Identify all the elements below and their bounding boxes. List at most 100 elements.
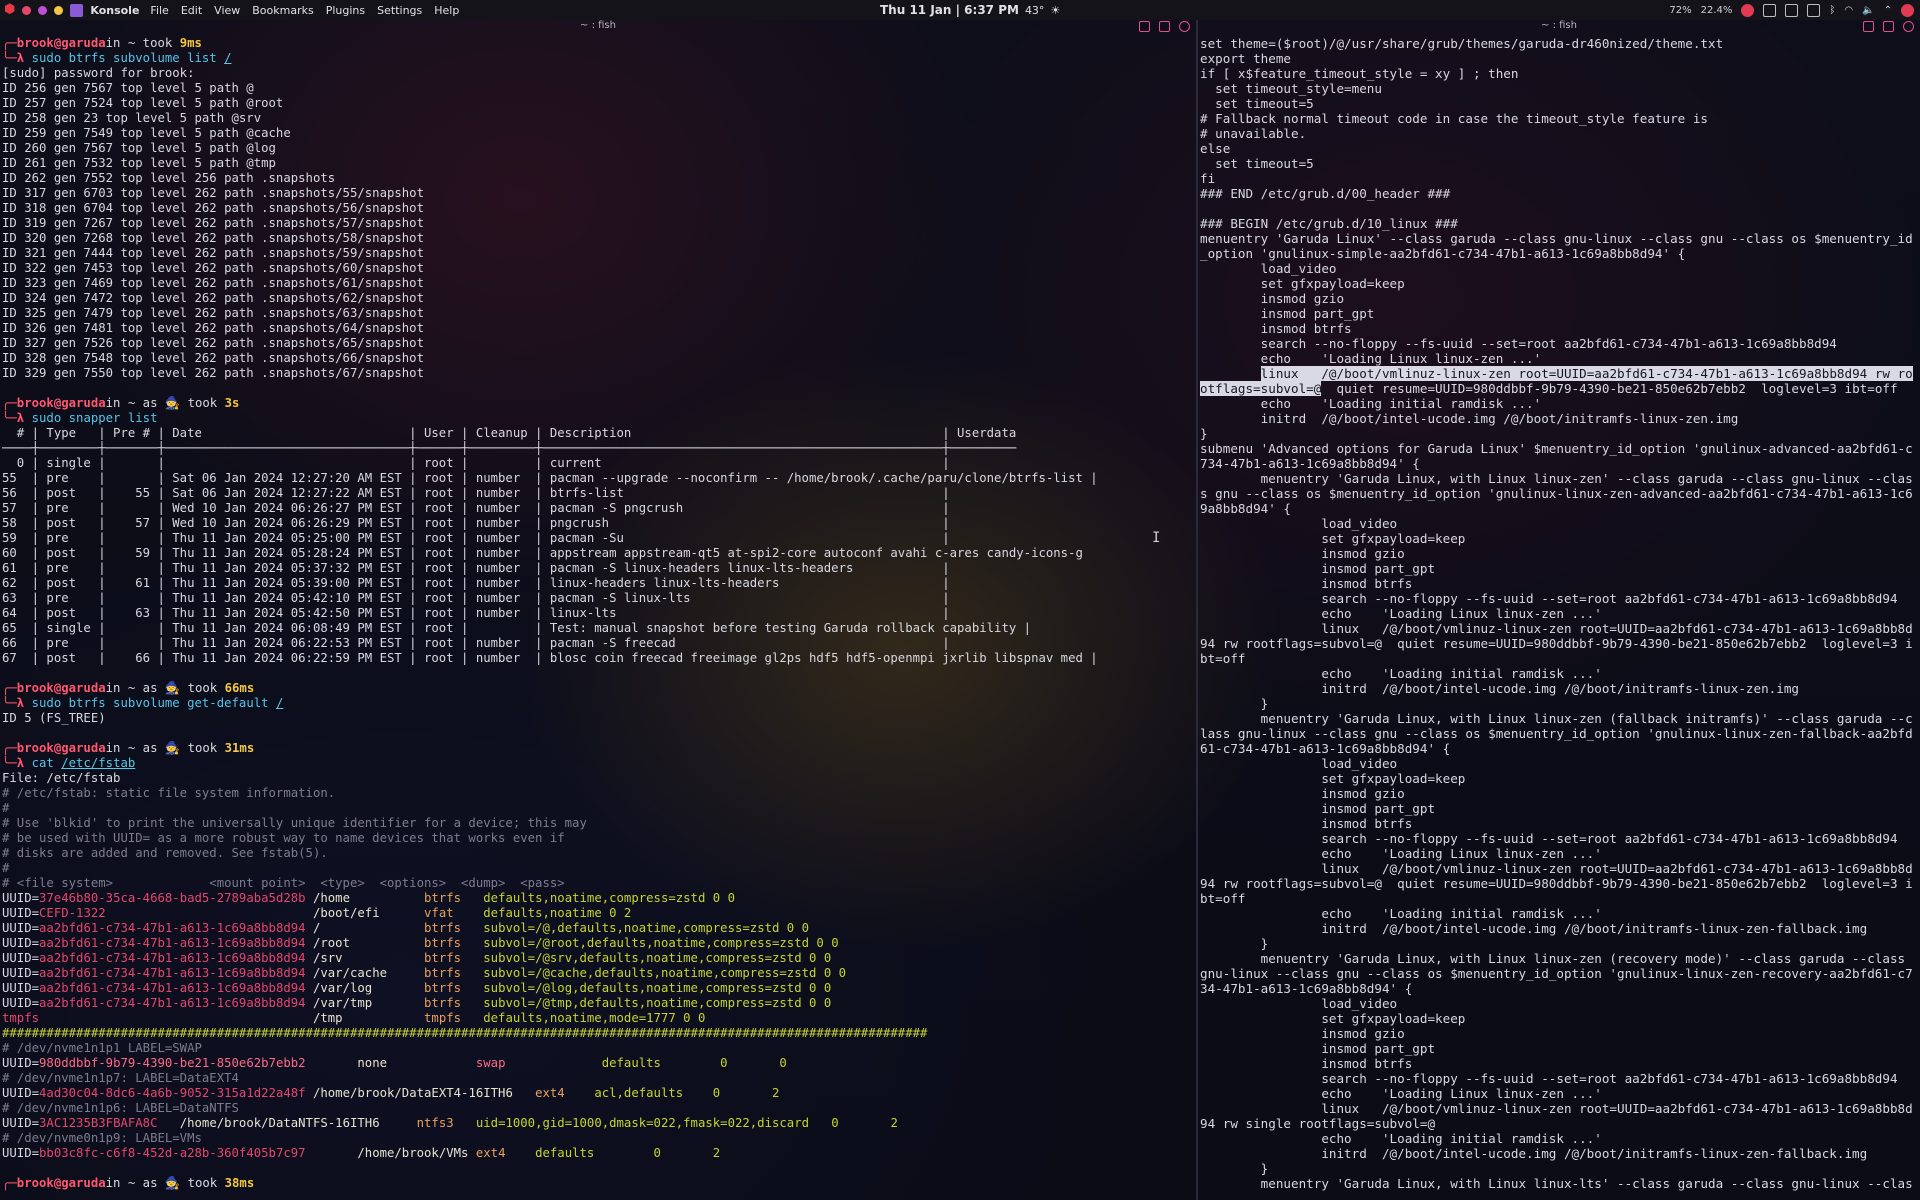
clipboard-icon[interactable] <box>1785 3 1799 17</box>
volume-icon[interactable]: 🔈 <box>1862 5 1874 16</box>
terminal-line: 94 rw rootflags=subvol=@ quiet resume=UU… <box>1200 636 1920 651</box>
terminal-output-left[interactable]: ╭─brook@garudain ~ took 9ms ╰─λ sudo btrf… <box>2 36 1196 1191</box>
terminal-text: subvol=/@tmp,defaults,noatime,compress=z… <box>483 996 832 1010</box>
terminal-line: set gfxpayload=keep <box>1200 1011 1920 1026</box>
terminal-line: ╭─brook@garudain ~ as 🧙 took 38ms <box>2 1176 1196 1191</box>
menu-help[interactable]: Help <box>434 4 459 17</box>
terminal-text: ID 329 gen 7550 top level 262 path .snap… <box>2 366 424 380</box>
terminal-text: ID 321 gen 7444 top level 262 path .snap… <box>2 246 424 260</box>
terminal-line: ID 320 gen 7268 top level 262 path .snap… <box>2 231 1196 246</box>
terminal-text: # be used with UUID= as a more robust wa… <box>2 831 565 845</box>
menu-edit[interactable]: Edit <box>181 4 202 17</box>
garuda-logo-icon[interactable]: ⬢ <box>4 0 15 20</box>
pane-title-right: ~ : fish <box>1541 20 1577 31</box>
terminal-text: btrfs <box>424 891 484 905</box>
terminal-line: ID 322 gen 7453 top level 262 path .snap… <box>2 261 1196 276</box>
close-pane-icon[interactable] <box>1903 21 1914 32</box>
terminal-line: set gfxpayload=keep <box>1200 276 1920 291</box>
terminal-pane-right[interactable]: ~ : fish set theme=($root)/@/usr/share/g… <box>1198 20 1920 1200</box>
terminal-text: linux /@/boot/vmlinuz-linux-zen root=UUI… <box>1200 861 1913 876</box>
terminal-line: echo 'Loading Linux linux-zen ...' <box>1200 846 1920 861</box>
terminal-text: 61 | pre | | Thu 11 Jan 2024 05:37:32 PM… <box>2 561 950 575</box>
terminal-line: echo 'Loading initial ramdisk ...' <box>1200 396 1920 411</box>
terminal-text: menuentry 'Garuda Linux, with Linux linu… <box>1200 711 1913 726</box>
terminal-line: echo 'Loading Linux linux-zen ...' <box>1200 351 1920 366</box>
terminal-text: # /dev/nvme1n1p7: LABEL=DataEXT4 <box>2 1071 239 1085</box>
terminal-text: aa2bfd61-c734-47b1-a613-1c69a8bb8d94 <box>39 921 313 935</box>
weather-temp: 43° <box>1024 3 1045 17</box>
menu-plugins[interactable]: Plugins <box>326 4 365 17</box>
terminal-text: ID 327 gen 7526 top level 262 path .snap… <box>2 336 424 350</box>
power-icon[interactable] <box>1901 3 1914 17</box>
new-tab-icon[interactable] <box>1159 21 1170 32</box>
chevron-up-icon[interactable]: ⌃ <box>1884 5 1892 16</box>
terminal-text: ID 260 gen 7567 top level 5 path @log <box>2 141 276 155</box>
terminal-text: /var/cache <box>312 966 425 980</box>
terminal-text: in ~ as 🧙 took <box>105 1176 225 1190</box>
terminal-text: /home <box>312 891 425 905</box>
terminal-line: lass gnu-linux --class gnu --class os $m… <box>1200 726 1920 741</box>
terminal-line: ╭─brook@garudain ~ as 🧙 took 3s <box>2 396 1196 411</box>
terminal-text: sudo btrfs subvolume get-default <box>31 696 276 710</box>
split-view-icon[interactable] <box>1139 21 1150 32</box>
terminal-text: 980ddbbf-9b79-4390-be21-850e62b7ebb2 <box>39 1056 358 1070</box>
terminal-pane-left[interactable]: ~ : fish ╭─brook@garudain ~ took 9ms ╰─λ … <box>0 20 1198 1200</box>
terminal-text: ID 324 gen 7472 top level 262 path .snap… <box>2 291 424 305</box>
terminal-text: btrfs <box>424 966 484 980</box>
terminal-line: ID 256 gen 7567 top level 5 path @ <box>2 81 1196 96</box>
notification-icon[interactable] <box>1741 3 1755 17</box>
terminal-line: insmod btrfs <box>1200 576 1920 591</box>
terminal-text: in ~ as 🧙 took <box>105 396 225 410</box>
terminal-line: ╰─λ sudo btrfs subvolume list / <box>2 51 1196 66</box>
terminal-text: bt=off <box>1200 651 1246 666</box>
terminal-line: # <box>2 861 1196 876</box>
terminal-line: ╭─brook@garudain ~ took 9ms <box>2 36 1196 51</box>
bluetooth-icon[interactable]: ᛒ <box>1829 5 1835 16</box>
minimize-window-icon[interactable] <box>54 5 64 15</box>
terminal-line: 61 | pre | | Thu 11 Jan 2024 05:37:32 PM… <box>2 561 1196 576</box>
menu-settings[interactable]: Settings <box>377 4 422 17</box>
terminal-text: ╰─λ <box>2 51 32 65</box>
terminal-line: insmod gzio <box>1200 546 1920 561</box>
terminal-text: insmod part_gpt <box>1200 1041 1436 1056</box>
terminal-text: 64 | post | 63 | Thu 11 Jan 2024 05:42:5… <box>2 606 950 620</box>
menu-bookmarks[interactable]: Bookmarks <box>252 4 313 17</box>
menu-file[interactable]: File <box>150 4 168 17</box>
network-icon[interactable]: ◠ <box>1844 5 1853 16</box>
maximize-window-icon[interactable] <box>38 5 48 15</box>
clock[interactable]: Thu 11 Jan | 6:37 PM 43° ☀ <box>880 0 1060 20</box>
terminal-text: UUID= <box>2 996 40 1010</box>
terminal-line: 734-47b1-a613-1c69a8bb8d94' { <box>1200 456 1920 471</box>
close-pane-icon[interactable] <box>1179 21 1190 32</box>
terminal-text: 61-c734-47b1-a613-1c69a8bb8d94' { <box>1200 741 1451 756</box>
close-window-icon[interactable] <box>22 5 32 15</box>
terminal-text: UUID= <box>2 1056 40 1070</box>
terminal-line: load_video <box>1200 516 1920 531</box>
sun-icon: ☀ <box>1050 3 1061 17</box>
terminal-line: ────┼────────┼───────┼──────────────────… <box>2 441 1196 456</box>
terminal-line: set timeout_style=menu <box>1200 81 1920 96</box>
terminal-text: 56 | post | 55 | Sat 06 Jan 2024 12:27:2… <box>2 486 950 500</box>
battery-icon[interactable] <box>1807 3 1821 17</box>
terminal-text: search --no-floppy --fs-uuid --set=root … <box>1200 831 1898 846</box>
terminal-text: linux /@/boot/vmlinuz-linux-zen root=UUI… <box>1260 366 1913 381</box>
cpu-percent: 22.4% <box>1700 4 1733 16</box>
new-tab-icon[interactable] <box>1883 21 1894 32</box>
terminal-text: insmod btrfs <box>1200 1056 1413 1071</box>
terminal-line: menuentry 'Garuda Linux, with Linux linu… <box>1200 1176 1920 1191</box>
terminal-line: menuentry 'Garuda Linux, with Linux linu… <box>1200 951 1920 966</box>
terminal-text: ID 320 gen 7268 top level 262 path .snap… <box>2 231 424 245</box>
menu-view[interactable]: View <box>214 4 240 17</box>
terminal-tray-icon[interactable] <box>1763 3 1777 17</box>
terminal-output-right[interactable]: set theme=($root)/@/usr/share/grub/theme… <box>1200 36 1920 1191</box>
split-view-icon[interactable] <box>1863 21 1874 32</box>
terminal-line: 94 rw single rootflags=subvol=@ <box>1200 1116 1920 1131</box>
terminal-text: ID 256 gen 7567 top level 5 path @ <box>2 81 254 95</box>
terminal-text: ╭─brook@garuda <box>2 396 106 410</box>
terminal-text: gnu-linux --class gnu --class os $menuen… <box>1200 966 1913 981</box>
terminal-text: set gfxpayload=keep <box>1200 531 1466 546</box>
terminal-line: echo 'Loading Linux linux-zen ...' <box>1200 606 1920 621</box>
terminal-text: echo 'Loading initial ramdisk ...' <box>1200 666 1602 681</box>
terminal-text: otflags=subvol=@ <box>1200 381 1322 396</box>
